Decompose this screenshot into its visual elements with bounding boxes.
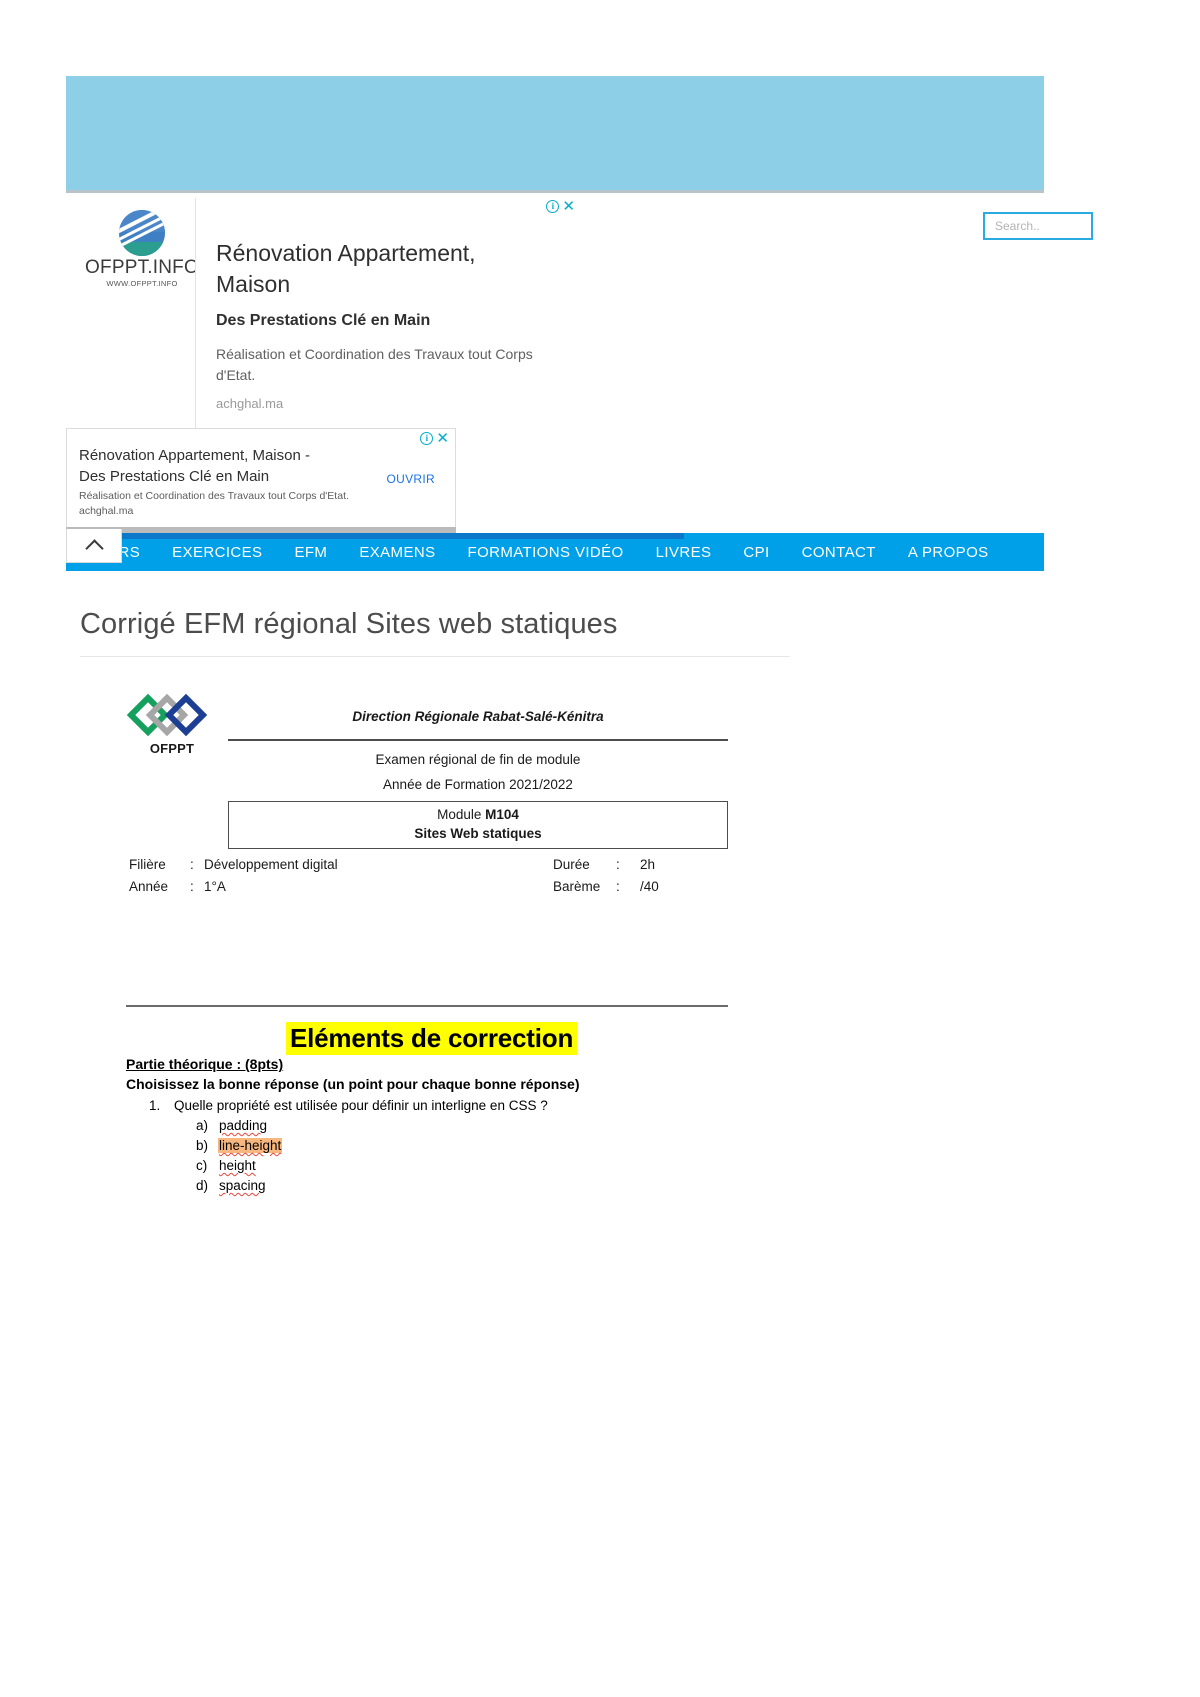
answer-option-d: d) spacing bbox=[196, 1178, 267, 1193]
annee-colon: : bbox=[190, 879, 194, 894]
top-banner bbox=[66, 76, 1044, 192]
search-input[interactable] bbox=[993, 216, 1083, 236]
anchor-ad[interactable]: i ✕ Rénovation Appartement, Maison - Des… bbox=[66, 428, 456, 528]
bareme-colon: : bbox=[616, 879, 620, 894]
nav-item-livres[interactable]: LIVRES bbox=[656, 544, 712, 561]
brand-subtitle: WWW.OFPPT.INFO bbox=[106, 279, 178, 288]
page-title: Corrigé EFM régional Sites web statiques bbox=[80, 608, 618, 640]
collapse-ad-button[interactable] bbox=[66, 529, 122, 563]
site-logo[interactable]: OFPPT.INFO WWW.OFPPT.INFO bbox=[84, 210, 200, 288]
duree-label: Durée bbox=[553, 857, 590, 872]
option-c-value: height bbox=[219, 1158, 256, 1173]
nav-item-cpi[interactable]: CPI bbox=[743, 544, 769, 561]
ofppt-diamonds-icon bbox=[126, 693, 211, 740]
anchor-ad-cta-button[interactable]: OUVRIR bbox=[387, 472, 435, 486]
section-divider bbox=[126, 1005, 728, 1007]
nav-item-contact[interactable]: CONTACT bbox=[802, 544, 876, 561]
module-code: M104 bbox=[485, 807, 519, 822]
nav-item-exercices[interactable]: EXERCICES bbox=[172, 544, 262, 561]
annee-label: Année bbox=[129, 879, 169, 894]
ad-body: Réalisation et Coordination des Travaux … bbox=[216, 346, 533, 383]
option-d-value: spacing bbox=[219, 1178, 266, 1193]
ad-url: achghal.ma bbox=[216, 396, 284, 411]
bareme-label: Barème bbox=[553, 879, 601, 894]
exam-year: Année de Formation 2021/2022 bbox=[383, 777, 573, 792]
ofppt-logo: OFPPT bbox=[126, 693, 211, 760]
nav-item-examens[interactable]: EXAMENS bbox=[359, 544, 435, 561]
brand-name: OFPPT.INFO bbox=[85, 257, 199, 278]
option-d-label: d) bbox=[196, 1178, 209, 1193]
filiere-colon: : bbox=[190, 857, 194, 872]
filiere-label: Filière bbox=[129, 857, 166, 872]
ad-title: Rénovation Appartement, Maison bbox=[216, 240, 476, 297]
option-c-label: c) bbox=[196, 1158, 208, 1173]
answer-option-a: a) padding bbox=[196, 1118, 268, 1133]
duree-value: 2h bbox=[640, 857, 656, 872]
anchor-ad-body: Réalisation et Coordination des Travaux … bbox=[79, 490, 349, 517]
answer-option-c: c) height bbox=[196, 1158, 257, 1173]
close-icon[interactable]: ✕ bbox=[562, 199, 575, 214]
question-number: 1. bbox=[149, 1098, 161, 1113]
option-a-value: padding bbox=[219, 1118, 268, 1133]
option-b-label: b) bbox=[196, 1138, 209, 1153]
answer-option-b: b) line-height bbox=[196, 1138, 283, 1153]
question-text: Quelle propriété est utilisée pour défin… bbox=[174, 1098, 548, 1113]
anchor-ad-controls: i ✕ bbox=[420, 431, 449, 446]
ad-subtitle: Des Prestations Clé en Main bbox=[216, 312, 431, 329]
globe-icon bbox=[119, 210, 165, 256]
duree-colon: : bbox=[616, 857, 620, 872]
exam-direction: Direction Régionale Rabat-Salé-Kénitra bbox=[352, 709, 604, 724]
nav-item-formations-video[interactable]: FORMATIONS VIDÉO bbox=[468, 544, 624, 561]
close-icon[interactable]: ✕ bbox=[436, 431, 449, 446]
module-line: Module M104 bbox=[229, 805, 727, 824]
bareme-value: /40 bbox=[640, 879, 659, 894]
annee-value: 1°A bbox=[204, 879, 226, 894]
module-name: Sites Web statiques bbox=[414, 826, 542, 841]
nav-item-efm[interactable]: EFM bbox=[294, 544, 327, 561]
exam-header-divider bbox=[228, 739, 728, 741]
nav-item-a-propos[interactable]: A PROPOS bbox=[908, 544, 989, 561]
title-divider bbox=[80, 656, 790, 657]
option-a-label: a) bbox=[196, 1118, 209, 1133]
ad-shadow-strip bbox=[104, 533, 684, 539]
chevron-up-icon bbox=[84, 538, 104, 558]
module-label: Module bbox=[437, 807, 486, 822]
ofppt-wordmark: OFPPT bbox=[149, 741, 195, 756]
anchor-ad-title: Rénovation Appartement, Maison - Des Pre… bbox=[79, 447, 310, 485]
page-root: OFPPT.INFO WWW.OFPPT.INFO i ✕ Rénovation… bbox=[0, 0, 1200, 1697]
instruction-text: Choisissez la bonne réponse (un point po… bbox=[126, 1076, 580, 1092]
info-icon[interactable]: i bbox=[546, 200, 560, 213]
info-icon[interactable]: i bbox=[420, 432, 434, 445]
ad-controls: i ✕ bbox=[546, 199, 575, 214]
filiere-value: Développement digital bbox=[204, 857, 338, 872]
exam-subtitle: Examen régional de fin de module bbox=[375, 752, 581, 767]
option-b-value: line-height bbox=[218, 1138, 283, 1153]
module-box: Module M104 Sites Web statiques bbox=[228, 801, 728, 849]
correction-heading: Eléments de correction bbox=[286, 1022, 578, 1055]
search-box[interactable] bbox=[983, 212, 1093, 240]
part-theorique-heading: Partie théorique : (8pts) bbox=[126, 1056, 284, 1072]
